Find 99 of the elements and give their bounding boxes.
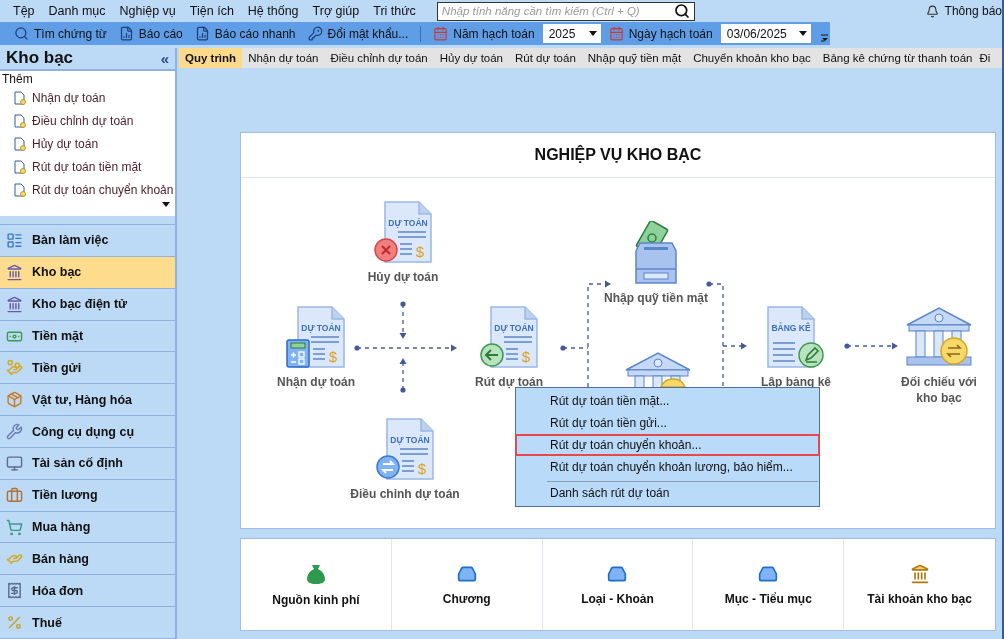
nav-item[interactable]: Kho bạc xyxy=(0,256,175,289)
menu-option[interactable]: Rút dự toán chuyển khoản... xyxy=(515,434,820,456)
currency-sign: $ xyxy=(328,348,338,365)
receipt-icon xyxy=(6,582,23,600)
menu-item[interactable]: Nghiệp vụ xyxy=(112,4,183,18)
connector-arrow xyxy=(844,342,898,350)
menu-option[interactable]: Rút dự toán tiền gửi... xyxy=(515,412,820,434)
menu-item[interactable]: Hệ thống xyxy=(240,4,306,18)
task-link[interactable]: Hủy dự toán xyxy=(32,137,99,152)
calendar-icon xyxy=(433,26,449,41)
task-link[interactable]: Rút dự toán chuyển khoản xyxy=(32,183,174,198)
tab[interactable]: Nhập quỹ tiền mặt xyxy=(581,48,688,68)
tab[interactable]: Bảng kê chứng từ thanh toán xyxy=(816,48,979,68)
tab[interactable]: Nhận dự toán xyxy=(242,48,325,68)
search-icon xyxy=(673,3,690,19)
menu-item[interactable]: Tệp xyxy=(6,4,42,18)
coin-hand-icon xyxy=(6,359,23,377)
document-icon xyxy=(386,418,434,480)
toolbar-button[interactable]: Năm hạch toán xyxy=(429,23,539,44)
step-label: Điều chỉnh dự toán xyxy=(350,486,460,502)
menu-item[interactable]: Tiện ích xyxy=(182,4,241,18)
tab[interactable]: Điều chỉnh dự toán xyxy=(324,48,434,68)
toolbar-button[interactable]: Đổi mật khẩu... xyxy=(303,23,413,44)
document-heading: DỰ TOÁN xyxy=(390,435,430,445)
menu-item[interactable]: Tri thức xyxy=(366,4,423,18)
report-icon xyxy=(118,26,134,41)
document-heading: DỰ TOÁN xyxy=(388,218,428,228)
bank-icon xyxy=(6,263,23,281)
task-link[interactable]: Điều chỉnh dự toán xyxy=(32,114,134,129)
panel-title: Kho bạc xyxy=(6,48,74,69)
caret-icon xyxy=(798,31,807,36)
currency-sign: $ xyxy=(415,243,425,260)
connector-arrow xyxy=(399,358,407,393)
pencil-icon xyxy=(798,342,824,368)
bank-icon xyxy=(6,295,23,313)
document-heading: DỰ TOÁN xyxy=(494,323,534,333)
calculator-icon xyxy=(286,339,310,368)
percent-icon xyxy=(6,614,23,632)
task-link[interactable]: Nhận dự toán xyxy=(32,91,106,106)
document-heading: DỰ TOÁN xyxy=(301,323,341,333)
step-label: Rút dự toán xyxy=(475,374,543,390)
cancel-icon xyxy=(374,238,398,262)
money-bag-icon xyxy=(305,562,326,585)
document-icon xyxy=(14,160,26,175)
tab[interactable]: Hủy dự toán xyxy=(433,48,510,68)
tab[interactable]: Đi xyxy=(978,48,992,68)
notifications-link[interactable]: Thông báo xyxy=(944,4,1002,18)
connector-arrow xyxy=(399,301,407,339)
coin-icon xyxy=(660,378,686,387)
calendar-icon xyxy=(608,26,624,41)
section-heading: Thêm xyxy=(1,70,34,87)
scroll-down-icon[interactable] xyxy=(162,202,170,208)
collapse-button[interactable]: « xyxy=(160,49,169,67)
menu-option[interactable]: Rút dự toán tiền mặt... xyxy=(515,390,820,412)
search-field[interactable]: Nhập tính năng cần tìm kiếm (Ctrl + Q) xyxy=(436,1,695,21)
document-icon xyxy=(490,306,538,368)
currency-sign: $ xyxy=(521,348,531,365)
document-icon xyxy=(14,183,26,198)
tab[interactable]: Chuyển khoản kho bạc xyxy=(687,48,817,68)
step-label: Nhận dự toán xyxy=(277,374,355,390)
card-title: NGHIỆP VỤ KHO BẠC xyxy=(241,133,995,178)
swap-icon xyxy=(376,455,400,479)
cart-icon xyxy=(6,518,23,536)
key-icon xyxy=(307,26,323,41)
menu-option[interactable]: Rút dự toán chuyển khoản lương, bảo hiểm... xyxy=(515,456,820,478)
caret-icon xyxy=(588,31,597,36)
document-icon xyxy=(14,91,26,106)
menu-option[interactable]: Danh sách rút dự toán xyxy=(515,478,820,504)
toolbar-button[interactable]: Tìm chứng từ xyxy=(10,23,111,44)
document-icon xyxy=(14,137,26,152)
bank-icon xyxy=(909,563,930,584)
wrench-icon xyxy=(6,423,23,441)
step-label: Đối chiếu với kho bạc xyxy=(900,374,978,406)
menu-item[interactable]: Danh mục xyxy=(41,4,113,18)
package-icon xyxy=(6,391,23,409)
step-label: Nhập quỹ tiền mặt xyxy=(604,290,708,306)
bell-icon[interactable] xyxy=(925,4,939,18)
list-icon xyxy=(6,231,23,249)
report-icon xyxy=(194,26,210,41)
step-label: Hủy dự toán xyxy=(367,269,439,285)
overflow-icon[interactable] xyxy=(820,33,829,42)
document-icon xyxy=(14,114,26,129)
swap-icon xyxy=(940,337,968,365)
tab[interactable]: Rút dự toán xyxy=(509,48,582,68)
menu-item[interactable]: Trợ giúp xyxy=(305,4,367,18)
briefcase-icon xyxy=(6,486,23,504)
tab[interactable]: Quy trình xyxy=(179,48,243,68)
toolbar-button[interactable]: Báo cáo xyxy=(114,23,187,44)
date-select[interactable]: 03/06/2025 xyxy=(720,24,811,43)
monitor-icon xyxy=(6,454,23,472)
task-link[interactable]: Rút dự toán tiền mặt xyxy=(32,160,142,175)
toolbar-button[interactable]: Báo cáo nhanh xyxy=(190,23,300,44)
cash-box-icon xyxy=(635,221,677,284)
year-select[interactable]: 2025 xyxy=(542,24,601,43)
currency-sign: $ xyxy=(417,460,427,477)
document-icon xyxy=(384,201,432,263)
search-icon xyxy=(14,26,29,41)
document-heading: BẢNG KÊ xyxy=(771,323,811,333)
toolbar-button[interactable]: Ngày hạch toán xyxy=(604,23,717,44)
